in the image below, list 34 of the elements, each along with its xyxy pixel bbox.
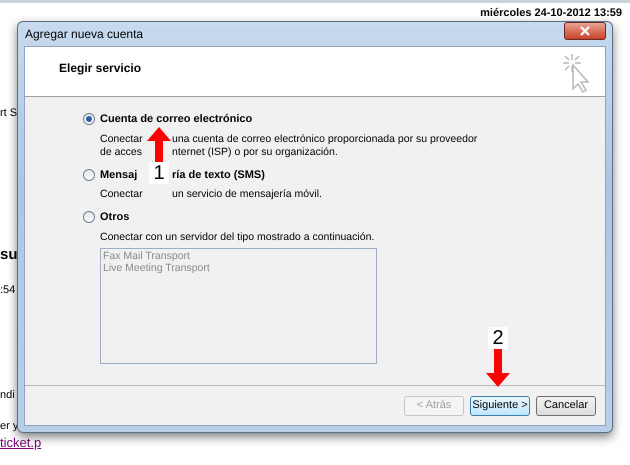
background-text: rt S: [0, 106, 18, 121]
option-description: una cuenta de correo electrónico proporcionada por su proveedor: [172, 132, 478, 146]
window-title: Agregar nueva cuenta: [24, 26, 144, 43]
header-title: Elegir servicio: [58, 60, 142, 77]
background-text: :54: [0, 283, 16, 298]
background-text: su: [0, 245, 18, 265]
step-number: 1: [149, 162, 169, 184]
close-button[interactable]: [564, 22, 606, 40]
option-description: nternet (ISP) o por su organización.: [172, 146, 338, 158]
option-description: de acces: [100, 146, 144, 158]
option-label: Otros: [100, 210, 130, 225]
link[interactable]: ticket.p: [0, 433, 42, 452]
dialog-button[interactable]: Cancelar: [536, 396, 596, 416]
radio-button[interactable]: [83, 168, 95, 181]
option-label: Mensaj: [100, 168, 138, 182]
option-label: Cuenta de correo electrónico: [100, 112, 252, 127]
radio-button[interactable]: [83, 113, 95, 126]
cursor-sparkle-icon: [561, 53, 591, 93]
date-label: miércoles 24-10-2012 13:59: [480, 6, 622, 21]
option-description: un servicio de mensajería móvil.: [172, 188, 322, 201]
close-icon: [580, 26, 590, 36]
down-arrow-icon: [486, 349, 510, 387]
dialog-button[interactable]: Siguiente >: [470, 396, 530, 416]
option-description: Conectar con un servidor del tipo mostrado a continuación.: [100, 230, 374, 244]
step-number: 2: [488, 327, 508, 349]
option-description: Conectar: [100, 132, 144, 146]
up-arrow-icon: [147, 127, 171, 162]
option-description: Conectar: [100, 188, 144, 201]
option-label: ría de texto (SMS): [172, 168, 265, 182]
radio-button[interactable]: [83, 211, 95, 224]
list-item[interactable]: Live Meeting Transport: [103, 262, 374, 274]
transport-list[interactable]: Fax Mail Transport Live Meeting Transport: [100, 248, 377, 364]
background-text: ndi: [0, 388, 15, 403]
list-item[interactable]: Fax Mail Transport: [103, 250, 374, 262]
